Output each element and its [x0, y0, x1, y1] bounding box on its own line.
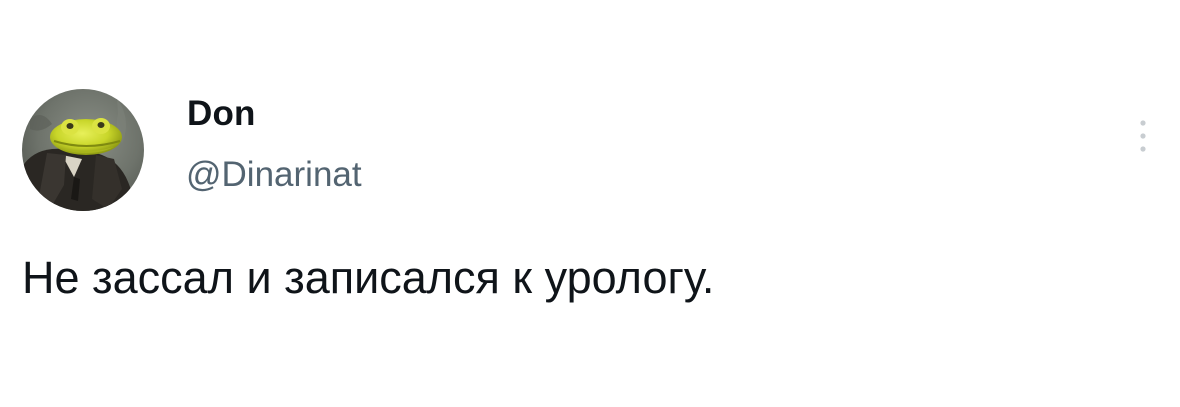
display-name[interactable]: Don: [187, 92, 256, 136]
more-options-button[interactable]: [1126, 114, 1160, 158]
more-vertical-icon: [1140, 120, 1146, 152]
avatar[interactable]: [22, 89, 144, 211]
frog-avatar-icon: [22, 89, 144, 211]
tweet-text: Не зассал и записался к урологу.: [22, 252, 715, 303]
user-handle[interactable]: @Dinarinat: [186, 153, 362, 197]
tweet-card: Don @Dinarinat Не зассал и записался к у…: [0, 0, 1180, 407]
